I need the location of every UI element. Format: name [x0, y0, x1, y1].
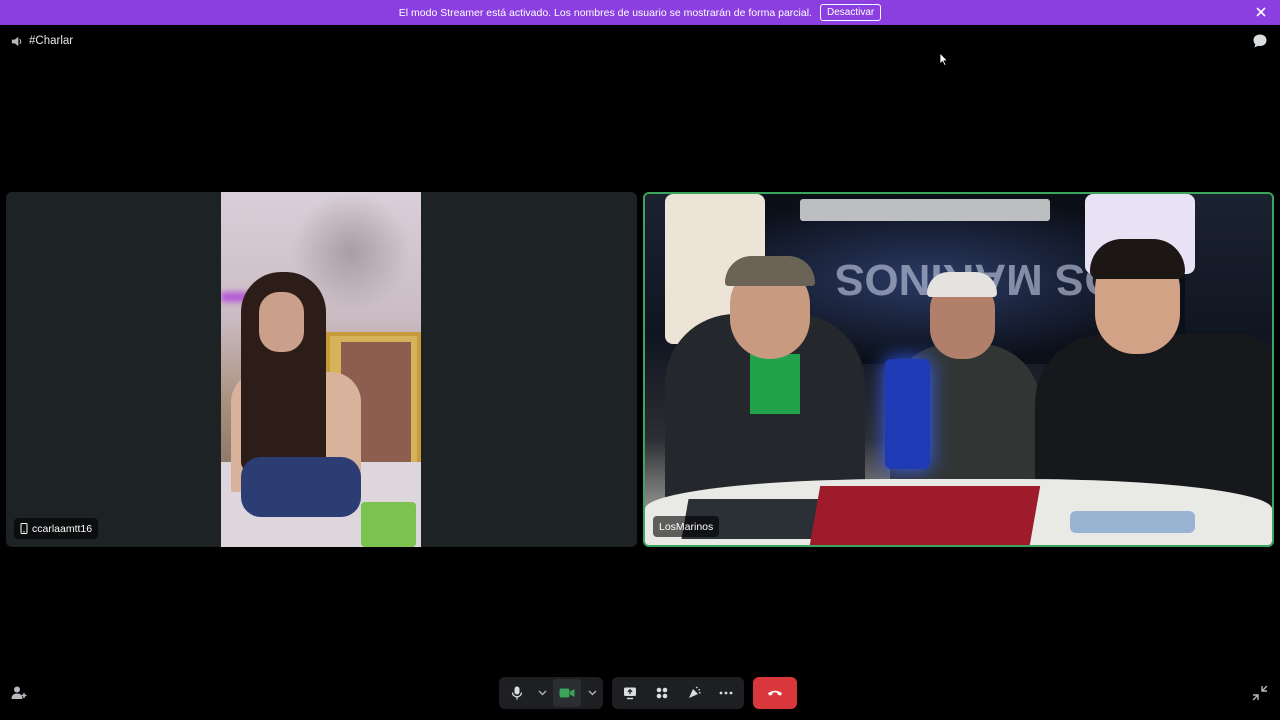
- chevron-down-icon: [538, 690, 546, 696]
- actions-group: [612, 677, 744, 709]
- mobile-icon: [20, 523, 28, 534]
- screen-share-icon: [624, 687, 636, 700]
- microphone-button[interactable]: [503, 679, 531, 707]
- invite-people-icon[interactable]: [10, 685, 28, 701]
- participant-tile-losmarinos[interactable]: LOS MARINOS LosMarinos: [643, 192, 1274, 547]
- camera-button[interactable]: [553, 679, 581, 707]
- banner-message: El modo Streamer está activado. Los nomb…: [398, 6, 812, 19]
- participant-tile-ccarlaamtt16[interactable]: ccarlaamtt16: [6, 192, 637, 547]
- streamer-mode-banner: El modo Streamer está activado. Los nomb…: [0, 0, 1280, 25]
- more-options-button[interactable]: [712, 679, 740, 707]
- activities-button[interactable]: [648, 679, 676, 707]
- participant-name: ccarlaamtt16: [32, 522, 93, 535]
- screen-share-button[interactable]: [616, 679, 644, 707]
- close-icon[interactable]: [1254, 5, 1268, 19]
- soundboard-button[interactable]: [680, 679, 708, 707]
- channel-name: #Charlar: [29, 35, 74, 47]
- participant-video: [221, 192, 421, 547]
- camera-options-button[interactable]: [585, 679, 599, 707]
- chevron-down-icon: [588, 690, 596, 696]
- microphone-options-button[interactable]: [535, 679, 549, 707]
- disable-streamer-mode-button[interactable]: Desactivar: [819, 4, 882, 21]
- mouse-cursor-icon: [939, 52, 949, 66]
- disconnect-button[interactable]: [753, 677, 797, 709]
- speaker-icon: [11, 36, 22, 46]
- participant-name-tag: ccarlaamtt16: [14, 518, 99, 539]
- call-controls: [499, 677, 797, 709]
- collapse-icon[interactable]: [1252, 685, 1268, 701]
- activities-icon: [656, 687, 668, 699]
- camera-icon: [559, 688, 575, 698]
- phone-hangup-icon: [768, 690, 782, 696]
- microphone-icon: [511, 686, 523, 700]
- more-icon: [719, 691, 733, 695]
- participant-name: LosMarinos: [659, 520, 714, 533]
- audio-video-group: [499, 677, 603, 709]
- participant-video: LOS MARINOS: [645, 194, 1272, 545]
- chat-icon[interactable]: [1252, 33, 1268, 49]
- soundboard-icon: [689, 686, 701, 698]
- participant-name-tag: LosMarinos: [653, 516, 720, 537]
- channel-header: #Charlar: [10, 33, 73, 49]
